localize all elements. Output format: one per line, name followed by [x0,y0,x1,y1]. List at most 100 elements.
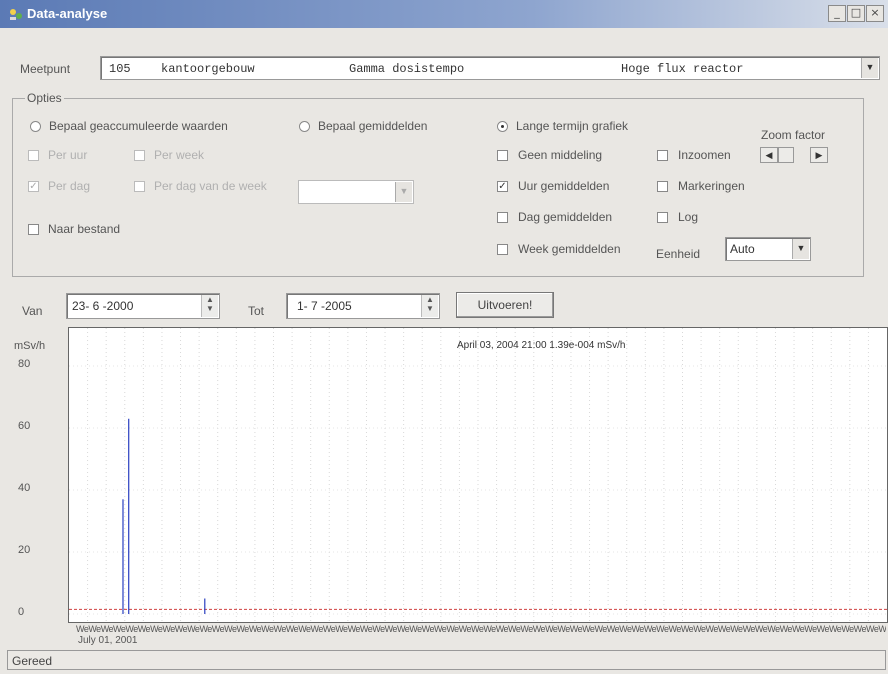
x-tick-label: We [483,624,496,634]
maximize-button[interactable]: □ [847,5,865,22]
x-tick-label: We [433,624,447,634]
x-tick-label: We [791,624,805,634]
x-tick-label: We [631,624,644,634]
x-tick-label: We [717,624,731,634]
checkbox-week-gemiddelden[interactable] [497,244,508,255]
chevron-down-icon[interactable]: ▼ [861,58,878,78]
y-axis-unit: mSv/h [14,340,46,352]
title-bar: Data-analyse _ □ × [0,0,888,28]
x-tick-label: We [668,624,682,634]
meetpunt-site: Hoge flux reactor [621,62,744,76]
x-tick-label: We [248,624,262,634]
checkbox-inzoomen[interactable] [657,150,668,161]
arrow-left-icon[interactable]: ◀ [760,147,778,163]
meetpunt-location: kantoorgebouw [161,62,255,76]
minimize-button[interactable]: _ [828,5,846,22]
checkbox-geen-middeling[interactable] [497,150,508,161]
x-tick-label: We [187,624,200,634]
chevron-down-icon[interactable]: ▼ [395,182,412,202]
tot-date-input[interactable]: 1- 7 -2005 ▲ ▼ [286,293,440,319]
radio-gemiddelden[interactable] [299,121,310,132]
van-label: Van [22,304,43,318]
x-tick-label: We [495,624,509,634]
x-tick-label: We [285,624,299,634]
checkbox-per-week[interactable] [134,150,145,161]
x-tick-label: We [569,624,583,634]
eenheid-select[interactable]: Auto ▼ [725,237,811,261]
spinner-icon[interactable]: ▲ ▼ [201,295,218,317]
data-analyse-window: Data-analyse _ □ × Meetpunt 105 kantoorg… [0,0,888,674]
checkbox-uur-gemiddelden[interactable]: ✓ [497,181,508,192]
checkbox-per-uur[interactable] [28,150,39,161]
checkbox-per-dag[interactable]: ✓ [28,181,39,192]
chart-area: April 03, 2004 21:00 1.39e-004 mSv/h [68,327,888,623]
options-legend: Opties [27,91,62,105]
x-tick-label: We [409,624,422,634]
eenheid-label: Eenheid [656,247,701,261]
x-tick-label: We [508,624,521,634]
x-tick-label: We [866,624,879,634]
x-tick-label: We [310,624,324,634]
per-dag-week-select[interactable]: ▼ [298,180,414,204]
x-tick-label: We [804,624,817,634]
x-tick-label: We [606,624,620,634]
uur-gemiddelden-label: Uur gemiddelden [518,179,610,193]
x-tick-label: We [693,624,706,634]
x-tick-label: We [446,624,459,634]
x-axis-date: July 01, 2001 [78,635,138,646]
chevron-down-icon[interactable]: ▼ [792,239,809,259]
x-tick-label: We [384,624,398,634]
x-tick-label: We [261,624,274,634]
close-button[interactable]: × [866,5,884,22]
x-tick-label: We [680,624,694,634]
zoom-scrollbar[interactable]: ◀ ▶ [760,147,828,163]
checkbox-markeringen[interactable] [657,181,668,192]
eenheid-value: Auto [730,242,755,256]
x-tick-label: We [619,624,632,634]
x-tick-label: We [841,624,854,634]
dag-gemiddelden-label: Dag gemiddelden [518,210,613,224]
x-tick-label: We [520,624,533,634]
meetpunt-select[interactable]: 105 kantoorgebouw Gamma dosistempo Hoge … [100,56,880,80]
x-tick-label: We [224,624,237,634]
arrow-right-icon[interactable]: ▶ [810,147,828,163]
radio-accumulated[interactable] [30,121,41,132]
van-date-input[interactable]: 23- 6 -2000 ▲ ▼ [66,293,220,319]
x-tick-label: We [137,624,151,634]
x-tick-label: We [779,624,793,634]
van-date-value: 23- 6 -2000 [72,299,134,313]
checkbox-log[interactable] [657,212,668,223]
checkbox-per-dag-week[interactable] [134,181,145,192]
radio-lange-termijn[interactable] [497,121,508,132]
spinner-icon[interactable]: ▲ ▼ [421,295,438,317]
x-tick-label: We [754,624,768,634]
checkbox-dag-gemiddelden[interactable] [497,212,508,223]
tot-label: Tot [248,304,265,318]
x-tick-label: We [878,624,886,634]
checkbox-naar-bestand[interactable] [28,224,39,235]
tot-date-value: 1- 7 -2005 [297,299,352,313]
y-tick-label: 40 [18,482,31,494]
x-tick-label: We [162,624,175,634]
x-tick-label: We [816,624,830,634]
zoom-thumb[interactable] [778,147,794,163]
x-tick-label: We [199,624,212,634]
x-tick-label: We [656,624,669,634]
x-tick-label: We [125,624,138,634]
chart-annotation: April 03, 2004 21:00 1.39e-004 mSv/h [457,340,626,351]
zoom-track[interactable] [794,147,810,163]
meetpunt-quantity: Gamma dosistempo [349,62,465,76]
x-tick-label: We [853,624,867,634]
x-tick-label: We [705,624,719,634]
x-axis-ticks: WeWeWeWeWeWeWeWeWeWeWeWeWeWeWeWeWeWeWeWe… [76,624,886,636]
x-tick-label: We [594,624,607,634]
y-tick-label: 20 [18,544,31,556]
x-tick-label: We [100,624,114,634]
uitvoeren-button[interactable]: Uitvoeren! [456,292,554,318]
x-tick-label: We [828,624,842,634]
x-tick-label: We [471,624,484,634]
x-tick-label: We [421,624,435,634]
x-tick-label: We [643,624,657,634]
geen-middeling-label: Geen middeling [518,148,603,162]
x-tick-label: We [322,624,336,634]
